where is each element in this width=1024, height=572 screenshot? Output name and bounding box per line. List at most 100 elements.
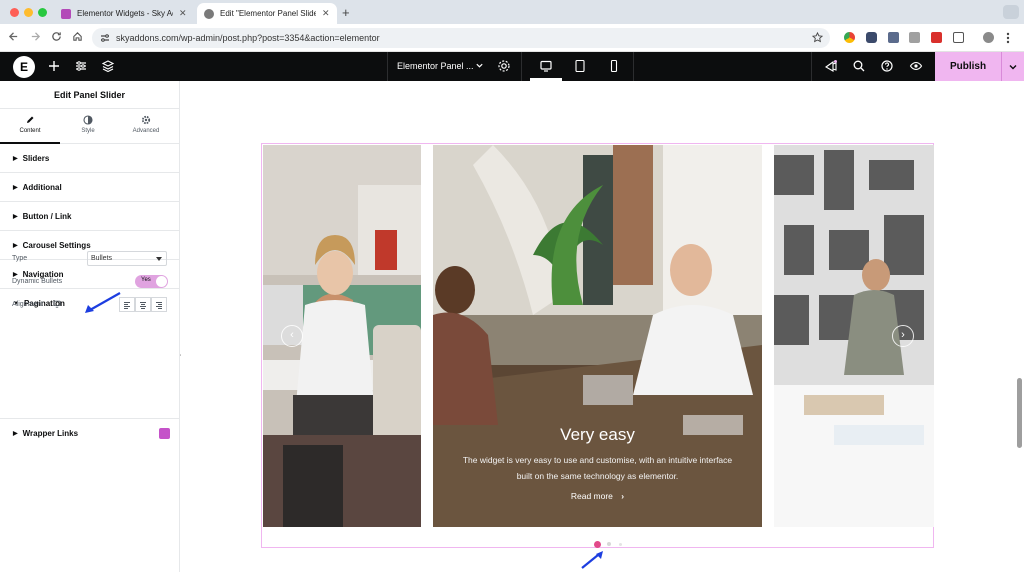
dynamic-bullets-toggle[interactable]: Yes [135,275,168,288]
desktop-device-icon[interactable] [539,59,553,73]
pagination-bullet[interactable] [619,543,622,546]
translate-extension-icon[interactable] [888,32,899,43]
profile-avatar[interactable] [983,32,994,43]
forward-arrow-icon[interactable] [30,31,41,42]
page-settings-gear-icon[interactable] [497,59,511,73]
tab-content[interactable]: Content [0,115,60,134]
panel-tabs: Content Style Advanced [0,109,179,144]
slide-title: Very easy [560,425,635,444]
mobile-device-icon[interactable] [607,59,621,73]
tablet-device-icon[interactable] [573,59,587,73]
type-label: Type [12,255,28,262]
bookmark-star-icon[interactable] [812,32,823,43]
document-title[interactable]: Elementor Panel ... [397,61,474,71]
read-more-button[interactable]: Read more › [433,491,762,501]
section-label: Additional [22,182,62,192]
pencil-icon [25,115,35,125]
align-center-icon [139,301,147,309]
section-label: Wrapper Links [22,429,79,438]
panel-slider-widget[interactable]: ‹ Very easy The widget is very easy to u… [261,143,934,548]
tab-style[interactable]: Style [58,115,118,134]
close-window-button[interactable] [10,8,19,17]
sky-addons-badge-icon [159,428,170,439]
address-bar[interactable]: skyaddons.com/wp-admin/post.php?post=335… [92,28,830,48]
tab-label: Style [81,128,95,134]
half-circle-icon [83,115,93,125]
browser-tab-editor[interactable]: Edit "Elementor Panel Slider" ✕ [197,3,337,24]
section-label: Sliders [22,153,50,163]
minimize-window-button[interactable] [24,8,33,17]
notifications-megaphone-icon[interactable] [824,59,838,73]
font-extension-icon[interactable] [931,32,942,43]
site-settings-icon[interactable] [100,33,110,43]
tab-label: Content [19,128,41,134]
toggle-knob [156,276,167,287]
browser-tab-widgets[interactable]: Elementor Widgets - Sky Addo ✕ [54,3,194,24]
align-center-button[interactable] [135,297,151,312]
section-label: Carousel Settings [22,240,91,250]
caret-right-icon: ▶ [13,155,18,162]
annotation-arrow-icon [85,292,121,313]
align-right-icon [155,301,163,309]
annotation-arrow-icon [581,551,603,569]
browser-tab-bar: Elementor Widgets - Sky Addo ✕ Edit "Ele… [0,0,1024,24]
section-label: Button / Link [22,211,72,221]
slide-description: The widget is very easy to use and custo… [462,455,733,481]
globe-favicon-icon [204,8,214,19]
search-icon[interactable] [852,59,866,73]
pagination-bullet[interactable] [607,542,611,546]
add-element-icon[interactable] [47,59,61,73]
caret-right-icon: ▶ [13,184,18,191]
close-tab-icon[interactable]: ✕ [322,8,330,19]
toggle-label: Yes [141,277,151,283]
next-slide-button[interactable]: › [892,325,914,347]
tab-search-button[interactable] [1003,5,1019,19]
close-tab-icon[interactable]: ✕ [179,8,187,19]
publish-options-button[interactable] [1001,52,1024,81]
read-more-label: Read more [570,491,613,501]
panel-title: Edit Panel Slider [0,81,179,109]
browser-menu-icon[interactable] [1006,32,1010,44]
section-sliders[interactable]: ▶ Sliders [0,144,179,173]
publish-button[interactable]: Publish [935,52,1001,81]
pagination-type-select[interactable]: Bullets [87,251,167,266]
chevron-down-icon[interactable] [475,61,484,70]
reload-icon[interactable] [51,31,62,42]
preview-eye-icon[interactable] [909,59,923,73]
new-tab-icon[interactable]: + [342,5,350,20]
dynamic-bullets-label: Dynamic Bullets [12,278,63,285]
back-arrow-icon[interactable] [8,31,19,42]
section-wrapper-links[interactable]: ▶ Wrapper Links [0,419,180,448]
select-value: Bullets [91,255,113,262]
caret-right-icon: ▶ [13,431,18,437]
chevron-right-icon: › [621,491,625,501]
sky-addons-favicon-icon [61,8,71,19]
maximize-window-button[interactable] [38,8,47,17]
slide-3[interactable]: › [774,145,934,527]
section-button-link[interactable]: ▶ Button / Link [0,202,179,231]
chrome-extension-icon[interactable] [844,32,855,43]
image-extension-icon[interactable] [909,32,920,43]
slide-1[interactable]: ‹ [263,145,421,527]
dropdown-arrow-icon [156,257,162,261]
url-text: skyaddons.com/wp-admin/post.php?post=335… [116,33,380,43]
slide-2-active[interactable]: Very easy The widget is very easy to use… [433,145,762,527]
section-additional[interactable]: ▶ Additional [0,173,179,202]
canvas-scrollbar[interactable] [1017,378,1022,448]
site-settings-icon[interactable] [74,59,88,73]
shield-extension-icon[interactable] [866,32,877,43]
responsive-desktop-icon[interactable] [53,300,61,308]
caret-right-icon: ▶ [13,213,18,220]
caret-right-icon: ▶ [13,271,18,278]
puzzle-extensions-icon[interactable] [953,32,964,43]
tab-label: Advanced [132,128,160,134]
chevron-down-icon [1008,62,1018,72]
align-right-button[interactable] [151,297,167,312]
pagination-bullet-active[interactable] [594,541,601,548]
structure-layers-icon[interactable] [101,59,115,73]
elementor-logo-icon[interactable]: E [13,56,35,78]
tab-advanced[interactable]: Advanced [116,115,176,134]
prev-slide-button[interactable]: ‹ [281,325,303,347]
help-icon[interactable] [880,59,894,73]
home-icon[interactable] [72,31,83,42]
